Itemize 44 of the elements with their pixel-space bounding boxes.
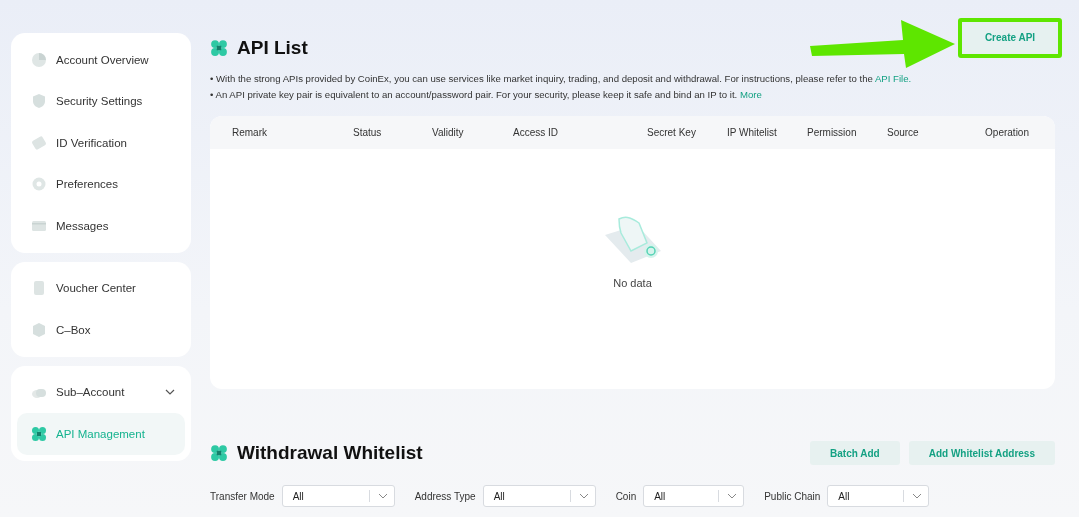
sidebar-item[interactable]: Account Overview bbox=[17, 39, 185, 81]
chevron-icon bbox=[578, 493, 589, 499]
sidebar-item[interactable]: Security Settings bbox=[17, 80, 185, 122]
section-title: Withdrawal Whitelist bbox=[237, 442, 423, 464]
filter-select[interactable]: All bbox=[827, 485, 930, 507]
gear-icon bbox=[31, 176, 47, 193]
pie-chart-icon bbox=[31, 51, 47, 68]
chevron-icon bbox=[377, 493, 388, 499]
filter-select[interactable]: All bbox=[482, 485, 596, 507]
info-note: • An API private key pair is equivalent to an account/password pair. For your security, please keep it safe and bind an IP to it. More bbox=[210, 88, 763, 102]
ticket-icon bbox=[31, 280, 47, 297]
column-header: Secret Key bbox=[647, 127, 697, 138]
api-icon bbox=[31, 425, 47, 442]
shield-icon bbox=[31, 93, 47, 110]
column-header: Source bbox=[887, 127, 920, 138]
column-header: Operation bbox=[984, 127, 1029, 138]
filter-select[interactable]: All bbox=[643, 485, 745, 507]
column-header: Validity bbox=[432, 127, 465, 138]
empty-text: No data bbox=[613, 277, 652, 289]
sidebar-item[interactable]: Voucher Center bbox=[17, 267, 185, 309]
chevron-icon bbox=[912, 493, 923, 499]
filter-label: Public Chain bbox=[764, 490, 821, 502]
api-icon bbox=[210, 444, 228, 462]
filter-label: Address Type bbox=[414, 490, 476, 502]
column-header: Permission bbox=[807, 127, 858, 138]
api-icon bbox=[210, 39, 228, 57]
column-header: Access ID bbox=[513, 127, 559, 138]
chevron-icon bbox=[727, 493, 738, 499]
box-icon bbox=[31, 321, 47, 338]
filter-label: Coin bbox=[615, 490, 637, 502]
column-header: Status bbox=[353, 127, 383, 138]
filter-select[interactable]: All bbox=[281, 485, 395, 507]
sidebar-item[interactable]: ID Verification bbox=[17, 122, 185, 164]
chevron-icon[interactable] bbox=[165, 389, 175, 396]
filter-label: Transfer Mode bbox=[210, 490, 275, 502]
sidebar-item[interactable]: Sub–Account bbox=[17, 371, 185, 413]
section-title: API List bbox=[237, 37, 308, 59]
id-card-icon bbox=[31, 134, 47, 151]
sidebar-item[interactable]: Preferences bbox=[17, 163, 185, 205]
sidebar-item[interactable]: Messages bbox=[17, 205, 185, 247]
sidebar-item[interactable]: C–Box bbox=[17, 309, 185, 351]
info-note: • With the strong APIs provided by CoinEx, you can use services like market inquiry, trading, and deposit and withdrawal. For instructions, please refer to the API File. bbox=[210, 72, 913, 86]
column-header: IP Whitelist bbox=[727, 127, 778, 138]
column-header: Remark bbox=[232, 127, 268, 138]
